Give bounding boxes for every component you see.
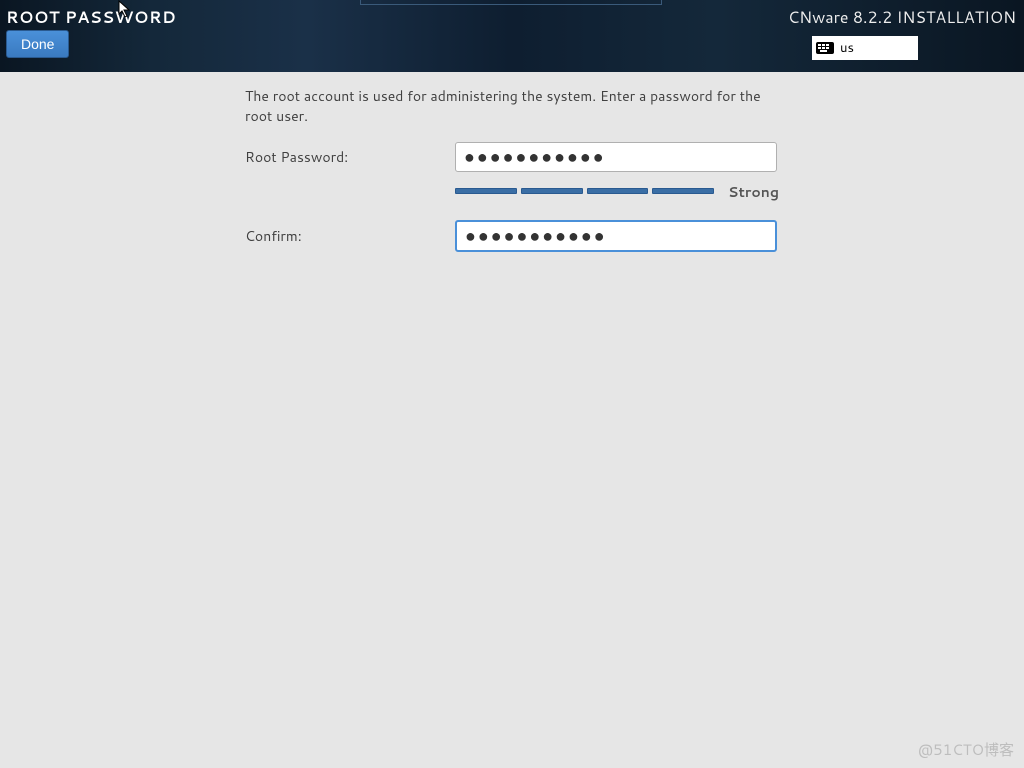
confirm-password-row: Confirm:: [245, 220, 779, 252]
installation-title: CNware 8.2.2 INSTALLATION: [788, 6, 1016, 29]
strength-segment: [521, 188, 583, 194]
watermark-text: @51CTO博客: [918, 739, 1014, 760]
root-password-input[interactable]: [455, 142, 777, 172]
keyboard-icon: [816, 42, 834, 54]
header-bar: ROOT PASSWORD Done CNware 8.2.2 INSTALLA…: [0, 0, 1024, 72]
strength-segment: [455, 188, 517, 194]
page-title: ROOT PASSWORD: [6, 6, 176, 29]
strength-segment: [652, 188, 714, 194]
keyboard-layout-label: us: [840, 39, 854, 57]
description-text: The root account is used for administeri…: [245, 86, 779, 126]
password-strength-label: Strong: [728, 182, 779, 202]
confirm-password-input[interactable]: [455, 220, 777, 252]
root-password-label: Root Password:: [245, 147, 455, 167]
confirm-password-label: Confirm:: [245, 226, 455, 246]
done-button[interactable]: Done: [6, 30, 69, 58]
keyboard-layout-indicator[interactable]: us: [812, 36, 918, 60]
strength-segment: [587, 188, 649, 194]
password-strength-row: Strong: [455, 182, 779, 202]
root-password-row: Root Password:: [245, 142, 779, 172]
main-content: The root account is used for administeri…: [0, 72, 1024, 252]
password-strength-meter: [455, 188, 714, 196]
